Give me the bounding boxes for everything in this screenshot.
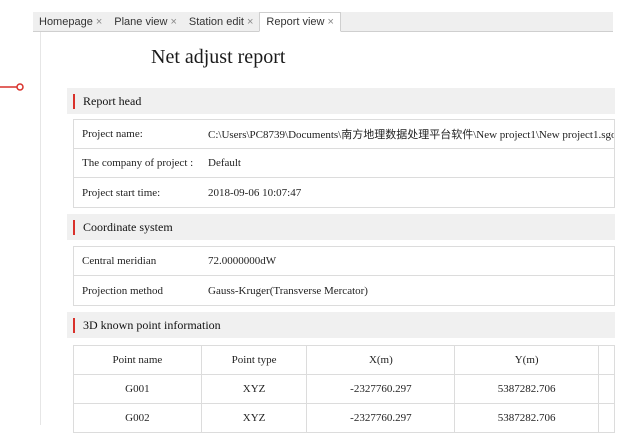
point-name-cell: G001 xyxy=(73,374,202,404)
section-accent-bar xyxy=(73,219,75,235)
section-title: 3D known point information xyxy=(83,317,221,332)
extra-cell xyxy=(598,403,615,433)
report-view[interactable]: Net adjust report Report head Project na… xyxy=(40,32,615,433)
section-header-known-points: 3D known point information xyxy=(67,312,615,338)
section-title: Report head xyxy=(83,93,142,108)
close-icon[interactable]: × xyxy=(327,16,333,28)
connector-pin-icon xyxy=(0,83,24,91)
table-header-row: Point name Point type X(m) Y(m) xyxy=(73,345,615,375)
tab-report-view[interactable]: Report view × xyxy=(259,12,341,32)
column-header: Y(m) xyxy=(454,345,600,375)
table-row: Central meridian 72.0000000dW xyxy=(74,247,614,276)
column-header: Point name xyxy=(73,345,202,375)
tab-bar: Homepage × Plane view × Station edit × Repo… xyxy=(33,12,613,32)
column-header xyxy=(598,345,615,375)
table-row: Projection method Gauss-Kruger(Transvers… xyxy=(74,276,614,305)
report-title: Net adjust report xyxy=(151,46,286,68)
field-label: Project start time: xyxy=(82,186,161,199)
section-header-coordinate-system: Coordinate system xyxy=(67,214,615,240)
field-label: Central meridian xyxy=(82,255,157,267)
y-cell: 5387282.706 xyxy=(454,403,600,433)
tab-label: Station edit xyxy=(188,16,244,28)
point-name-cell: G002 xyxy=(73,403,202,433)
tab-station-edit[interactable]: Station edit × xyxy=(183,13,259,31)
tab-homepage[interactable]: Homepage × xyxy=(33,13,108,31)
section-accent-bar xyxy=(73,93,75,109)
field-label: Project name: xyxy=(82,128,143,140)
tab-label: Plane view xyxy=(114,16,168,28)
point-type-cell: XYZ xyxy=(200,403,308,433)
close-icon[interactable]: × xyxy=(170,16,176,28)
table-row: G002 XYZ -2327760.297 5387282.706 xyxy=(73,403,615,433)
x-cell: -2327760.297 xyxy=(306,403,456,433)
coordinate-system-table: Central meridian 72.0000000dW Projection… xyxy=(73,246,615,306)
central-meridian-value: 72.0000000dW xyxy=(208,255,277,267)
x-cell: -2327760.297 xyxy=(306,374,456,404)
table-row: Project name: C:\Users\PC8739\Documents\… xyxy=(74,120,614,149)
close-icon[interactable]: × xyxy=(247,16,253,28)
column-header: Point type xyxy=(200,345,308,375)
table-row: G001 XYZ -2327760.297 5387282.706 xyxy=(73,374,615,404)
tab-plane-view[interactable]: Plane view × xyxy=(108,13,183,31)
report-head-table: Project name: C:\Users\PC8739\Documents\… xyxy=(73,119,615,208)
known-point-table: Point name Point type X(m) Y(m) G001 XYZ… xyxy=(73,345,615,433)
tab-label: Report view xyxy=(266,16,325,28)
table-row: Project start time: 2018-09-06 10:07:47 xyxy=(74,178,614,207)
field-label: Projection method xyxy=(82,284,163,297)
section-header-report-head: Report head xyxy=(67,88,615,114)
company-value: Default xyxy=(208,157,241,169)
column-header: X(m) xyxy=(306,345,456,375)
extra-cell xyxy=(598,374,615,404)
project-name-value: C:\Users\PC8739\Documents\南方地理数据处理平台软件\N… xyxy=(208,129,614,141)
start-time-value: 2018-09-06 10:07:47 xyxy=(208,186,302,199)
section-title: Coordinate system xyxy=(83,219,173,234)
y-cell: 5387282.706 xyxy=(454,374,600,404)
field-label: The company of project : xyxy=(82,157,194,169)
tab-label: Homepage xyxy=(39,16,93,28)
close-icon[interactable]: × xyxy=(96,16,102,28)
point-type-cell: XYZ xyxy=(200,374,308,404)
table-row: The company of project : Default xyxy=(74,149,614,178)
section-accent-bar xyxy=(73,317,75,333)
projection-method-value: Gauss-Kruger(Transverse Mercator) xyxy=(208,284,368,297)
